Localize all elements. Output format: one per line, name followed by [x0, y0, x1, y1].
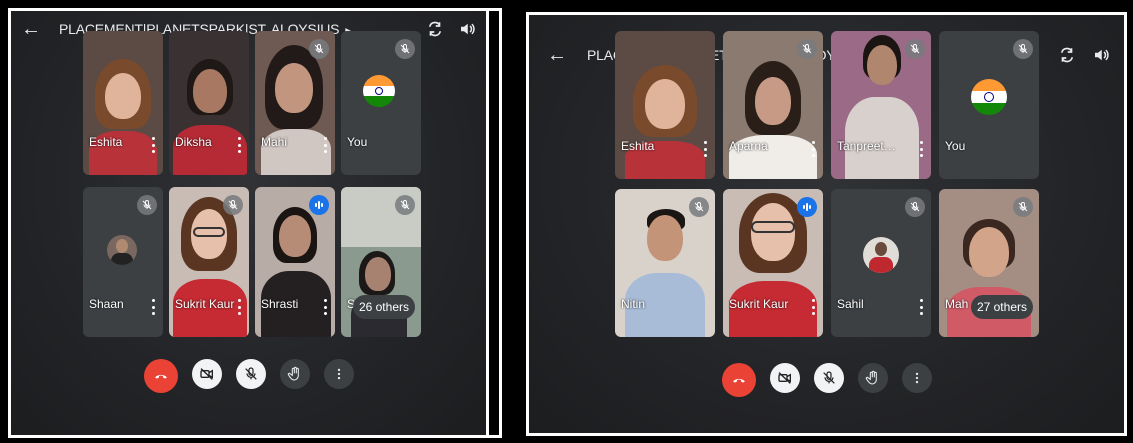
mic-off-icon	[395, 39, 415, 59]
end-call-icon	[732, 378, 745, 383]
mic-off-icon	[821, 370, 837, 386]
participant-name: Shrasti	[261, 297, 299, 311]
participant-name: You	[945, 139, 966, 153]
participant-video	[169, 31, 249, 175]
more-options-icon[interactable]	[919, 299, 923, 315]
end-call-button[interactable]	[721, 363, 756, 397]
mic-off-icon	[243, 366, 259, 382]
participant-tile[interactable]: Eshita	[615, 31, 715, 179]
end-call-icon	[154, 374, 167, 379]
participant-tile[interactable]: Sidd 26 others	[341, 187, 421, 337]
mic-off-icon	[689, 197, 709, 217]
more-options-button[interactable]	[901, 363, 932, 393]
raise-hand-button[interactable]	[857, 363, 888, 393]
more-options-icon[interactable]	[811, 141, 815, 157]
speaking-indicator-icon	[797, 197, 817, 217]
participant-name: Tanpreet…	[837, 139, 896, 153]
participant-tile[interactable]: Sukrit Kaur	[723, 189, 823, 337]
mic-off-icon	[223, 195, 243, 215]
more-options-icon[interactable]	[703, 141, 707, 157]
speaking-indicator-icon	[309, 195, 329, 215]
arrow-left-icon[interactable]: ←	[21, 19, 41, 39]
camera-off-icon	[199, 368, 213, 380]
participant-tile[interactable]: Mahi	[255, 31, 335, 175]
mic-off-icon	[1013, 197, 1033, 217]
avatar	[107, 235, 137, 265]
participant-name: Sukrit Kaur	[729, 297, 789, 311]
end-call-button[interactable]	[143, 359, 178, 393]
raise-hand-icon	[287, 366, 299, 381]
mic-off-icon	[309, 39, 329, 59]
participant-video	[615, 31, 715, 179]
speaker-icon[interactable]	[1091, 45, 1111, 65]
participant-name: Mahi	[261, 135, 288, 149]
participant-tile[interactable]: Sukrit Kaur	[169, 187, 249, 337]
mic-off-icon	[395, 195, 415, 215]
participant-tile[interactable]: Nitin	[615, 189, 715, 337]
arrow-left-icon[interactable]: ←	[547, 45, 567, 65]
right-meeting-screenshot: ← PLACEMENT|PLANETSPARK|ST. ALOYSIUS►	[516, 0, 1133, 443]
participant-name: Eshita	[89, 135, 123, 149]
participant-name: Aparna	[729, 139, 768, 153]
india-flag-avatar	[363, 75, 395, 107]
self-tile[interactable]: You	[341, 31, 421, 175]
mic-off-icon	[905, 197, 925, 217]
others-count-badge[interactable]: 27 others	[970, 295, 1033, 319]
mic-toggle-button[interactable]	[235, 359, 266, 389]
speaker-icon[interactable]	[457, 19, 477, 39]
more-options-icon[interactable]	[919, 141, 923, 157]
more-options-icon[interactable]	[323, 299, 327, 315]
participant-tile[interactable]: Tanpreet…	[831, 31, 931, 179]
mic-off-icon	[797, 39, 817, 59]
india-flag-avatar	[971, 79, 1007, 115]
participant-tile[interactable]: Sahil	[831, 189, 931, 337]
participant-tile[interactable]: Diksha	[169, 31, 249, 175]
more-options-icon[interactable]	[237, 299, 241, 315]
participant-tile[interactable]: Shaan	[83, 187, 163, 337]
participant-tile[interactable]: Aparna	[723, 31, 823, 179]
more-options-button[interactable]	[323, 359, 354, 389]
participant-tile[interactable]: Eshita	[83, 31, 163, 175]
participant-name: You	[347, 135, 368, 149]
more-options-icon[interactable]	[237, 137, 241, 153]
more-options-icon	[910, 371, 924, 385]
self-tile[interactable]: You	[939, 31, 1039, 179]
left-frame: ← PLACEMENT|PLANETSPARK|ST. ALOYSIUS►	[8, 8, 502, 438]
participant-name: Shaan	[89, 297, 124, 311]
participant-name: Sukrit Kaur	[175, 297, 235, 311]
right-meeting-screen: ← PLACEMENT|PLANETSPARK|ST. ALOYSIUS►	[529, 15, 1124, 433]
participant-name: Diksha	[175, 135, 212, 149]
call-controls	[11, 359, 486, 393]
more-options-icon[interactable]	[323, 137, 327, 153]
participant-name: Eshita	[621, 139, 655, 153]
camera-switch-icon[interactable]	[1057, 45, 1077, 65]
more-options-icon	[332, 367, 346, 381]
camera-toggle-button[interactable]	[769, 363, 800, 393]
call-controls	[529, 363, 1124, 397]
participant-name: Nitin	[621, 297, 646, 311]
mic-off-icon	[137, 195, 157, 215]
participant-name: Sahil	[837, 297, 864, 311]
right-frame: ← PLACEMENT|PLANETSPARK|ST. ALOYSIUS►	[526, 12, 1127, 436]
participant-tile[interactable]: Mah 27 others	[939, 189, 1039, 337]
camera-switch-icon[interactable]	[425, 19, 445, 39]
mic-off-icon	[1013, 39, 1033, 59]
more-options-icon[interactable]	[151, 299, 155, 315]
left-meeting-screen: ← PLACEMENT|PLANETSPARK|ST. ALOYSIUS►	[11, 11, 489, 435]
left-meeting-screenshot: ← PLACEMENT|PLANETSPARK|ST. ALOYSIUS►	[0, 0, 512, 443]
others-count-badge[interactable]: 26 others	[352, 295, 415, 319]
camera-off-icon	[777, 372, 791, 384]
mic-toggle-button[interactable]	[813, 363, 844, 393]
avatar	[863, 237, 899, 273]
more-options-icon[interactable]	[811, 299, 815, 315]
raise-hand-button[interactable]	[279, 359, 310, 389]
participant-video	[83, 31, 163, 175]
camera-toggle-button[interactable]	[191, 359, 222, 389]
participant-tile[interactable]: Shrasti	[255, 187, 335, 337]
more-options-icon[interactable]	[151, 137, 155, 153]
raise-hand-icon	[865, 370, 877, 385]
mic-off-icon	[905, 39, 925, 59]
participant-name: Mah	[945, 297, 969, 311]
